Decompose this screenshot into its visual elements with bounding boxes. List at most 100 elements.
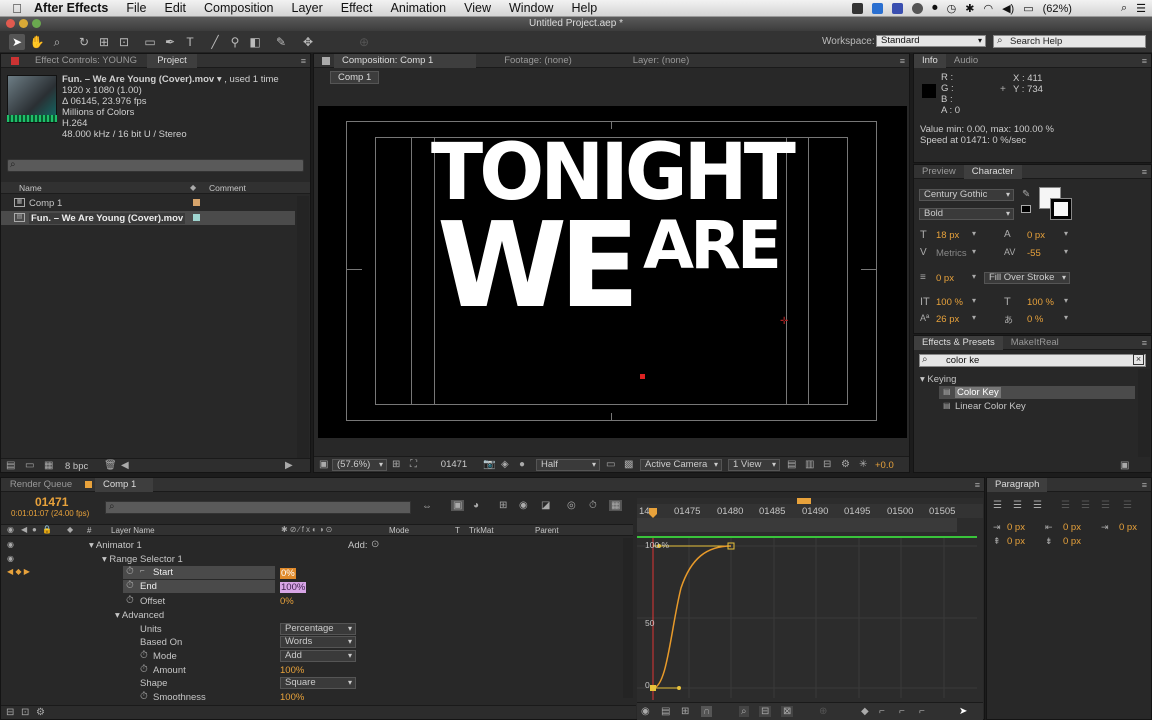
lock-column-icon[interactable]: 🔒 xyxy=(42,525,52,534)
graph-type-icon[interactable]: ▤ xyxy=(661,706,670,717)
easy-ease-icon[interactable]: ⌐ xyxy=(919,706,925,717)
audio-column-icon[interactable]: ◀ xyxy=(21,525,27,534)
app-status-icon[interactable] xyxy=(892,3,904,14)
panel-menu-icon[interactable]: ≡ xyxy=(975,480,980,490)
column-trkmat[interactable]: TrkMat xyxy=(469,526,494,535)
effects-search-input[interactable]: color ke xyxy=(919,354,1146,367)
text-layer-we[interactable]: WE xyxy=(437,206,640,324)
timeline-current-time[interactable]: 01471 xyxy=(35,495,68,509)
transparency-grid-icon[interactable]: ▩ xyxy=(624,459,633,470)
value-curve[interactable] xyxy=(652,545,732,689)
toggle-pixel-icon[interactable]: ▤ xyxy=(787,459,796,470)
stroke-width-value[interactable]: 0 px xyxy=(936,273,954,284)
label-column-icon[interactable]: ◆ xyxy=(67,525,73,534)
keyframe-navigator-icon[interactable]: ◀ ◆ ▶ xyxy=(7,567,30,576)
close-tab-icon[interactable] xyxy=(11,56,19,65)
kerning-value[interactable]: Metrics xyxy=(936,248,967,259)
graph-toggle-icon[interactable]: ⌐ xyxy=(140,566,145,575)
fast-preview-icon[interactable]: ▥ xyxy=(805,459,814,470)
dropbox-icon[interactable] xyxy=(872,3,884,14)
timeline-icon[interactable]: ⊟ xyxy=(823,459,831,470)
bit-depth-button[interactable]: 8 bpc xyxy=(65,461,88,472)
battery-icon[interactable]: ▭ xyxy=(1023,2,1033,15)
tsume-value[interactable]: 0 % xyxy=(1027,314,1043,325)
visibility-column-icon[interactable]: ◉ xyxy=(7,525,14,534)
frame-blending-icon[interactable]: ⊞ xyxy=(499,500,507,511)
end-value[interactable]: 100% xyxy=(280,582,307,593)
panel-menu-icon[interactable]: ≡ xyxy=(301,56,306,66)
show-snapshot-icon[interactable]: ◈ xyxy=(501,459,509,470)
expand-stretch-icon[interactable]: ⚙ xyxy=(36,707,45,718)
camera-status-icon[interactable] xyxy=(852,3,864,14)
scroll-right-icon[interactable]: ▶ xyxy=(285,460,293,471)
tab-layer[interactable]: Layer: (none) xyxy=(600,54,722,68)
tab-info[interactable]: Info xyxy=(914,53,946,68)
tab-effects-presets[interactable]: Effects & Presets xyxy=(914,335,1003,350)
panel-menu-icon[interactable]: ≡ xyxy=(1142,56,1147,66)
mask-visibility-icon[interactable]: ⛶ xyxy=(410,459,417,470)
text-layer-are[interactable]: ARE xyxy=(643,213,782,279)
stopwatch-icon[interactable]: ⏱ xyxy=(126,580,134,591)
visibility-toggle-icon[interactable]: ◉ xyxy=(7,540,14,549)
switches-column-icon[interactable]: ✱⊘∕fx◐◑⊙ xyxy=(281,525,334,534)
effects-scrollbar[interactable] xyxy=(1138,369,1150,457)
fit-all-icon[interactable]: ⊟ xyxy=(759,706,772,717)
work-area-bar[interactable] xyxy=(637,518,957,532)
align-center-icon[interactable]: ☰ xyxy=(1013,500,1022,511)
zoom-tool-icon[interactable]: ⌕ xyxy=(49,34,65,50)
wifi-icon[interactable]: ◠ xyxy=(983,2,993,15)
scroll-left-icon[interactable]: ◀ xyxy=(121,460,129,471)
justify-all-icon[interactable]: ☰ xyxy=(1123,500,1132,511)
tab-paragraph[interactable]: Paragraph xyxy=(987,477,1048,492)
menu-help[interactable]: Help xyxy=(571,1,597,15)
offset-value[interactable]: 0% xyxy=(280,596,294,607)
indent-right-value[interactable]: 0 px xyxy=(1063,522,1081,533)
menu-composition[interactable]: Composition xyxy=(204,1,273,15)
mode-dropdown[interactable]: Add xyxy=(280,650,356,662)
column-parent[interactable]: Parent xyxy=(535,526,559,535)
hold-keyframe-icon[interactable]: ⌐ xyxy=(879,706,885,717)
always-preview-icon[interactable]: ▣ xyxy=(319,459,328,470)
expand-layer-switches-icon[interactable]: ⊟ xyxy=(6,707,14,718)
exposure-value[interactable]: +0.0 xyxy=(875,460,894,471)
tab-character[interactable]: Character xyxy=(963,164,1022,179)
column-layer-name[interactable]: Layer Name xyxy=(111,526,155,535)
font-style-dropdown[interactable]: Bold xyxy=(919,208,1014,220)
zoom-window-icon[interactable] xyxy=(32,19,41,28)
clock-icon[interactable]: ◷ xyxy=(947,2,957,15)
bluetooth-icon[interactable]: ✱ xyxy=(965,2,974,15)
justify-right-icon[interactable]: ☰ xyxy=(1101,500,1110,511)
dropdown-arrow-icon[interactable]: ▾ xyxy=(1064,247,1068,256)
magnification-dropdown[interactable]: (57.6%) xyxy=(332,459,387,471)
property-row[interactable]: ▾ Advanced xyxy=(115,610,164,621)
twirl-open-icon[interactable]: ▾ xyxy=(89,540,96,551)
baseline-shift-value[interactable]: 26 px xyxy=(936,314,959,325)
menu-edit[interactable]: Edit xyxy=(164,1,186,15)
label-swatch[interactable] xyxy=(193,199,200,206)
stopwatch-icon[interactable]: ⏱ xyxy=(140,691,148,702)
effect-item[interactable]: ▤ Color Key xyxy=(939,386,1135,399)
pan-behind-tool-icon[interactable]: ⊡ xyxy=(116,34,132,50)
label-column-icon[interactable]: ◆ xyxy=(190,183,200,192)
column-mode[interactable]: Mode xyxy=(389,526,409,535)
snap-icon[interactable]: ∩ xyxy=(701,706,713,717)
rotate-tool-icon[interactable]: ↻ xyxy=(76,34,92,50)
tab-render-queue[interactable]: Render Queue xyxy=(1,478,81,492)
anchor-point[interactable] xyxy=(640,374,645,379)
time-ruler[interactable]: 14 01475 01480 01485 01490 01495 01500 0… xyxy=(637,504,983,518)
stroke-mode-dropdown[interactable]: Fill Over Stroke xyxy=(984,272,1070,284)
spotlight-icon[interactable]: ⌕ xyxy=(1121,2,1127,15)
column-t[interactable]: T xyxy=(455,526,460,535)
project-row[interactable]: ▦ Comp 1 xyxy=(1,196,295,210)
new-preset-icon[interactable]: ▣ xyxy=(1120,460,1129,471)
camera-tool-icon[interactable]: ⊞ xyxy=(96,34,112,50)
start-value[interactable]: 0% xyxy=(280,568,296,579)
leading-value[interactable]: 0 px xyxy=(1027,230,1045,241)
space-before-value[interactable]: 0 px xyxy=(1007,536,1025,547)
align-left-icon[interactable]: ☰ xyxy=(993,500,1002,511)
tab-project[interactable]: Project xyxy=(147,53,197,68)
stroke-color-swatch[interactable] xyxy=(1050,198,1072,220)
dropdown-arrow-icon[interactable]: ▾ xyxy=(1064,229,1068,238)
apple-icon[interactable]:  xyxy=(0,1,34,16)
shape-dropdown[interactable]: Square xyxy=(280,677,356,689)
